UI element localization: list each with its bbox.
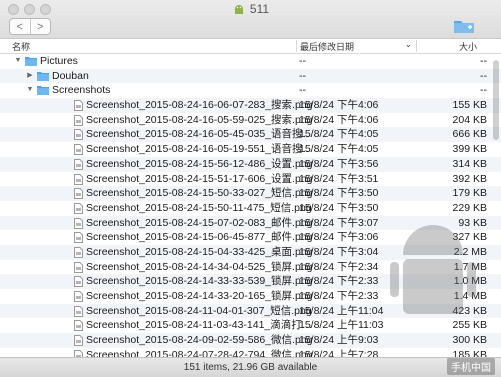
watermark-logo: 手机中国 bbox=[447, 358, 495, 375]
file-row[interactable]: Screenshot_2015-08-24-16-05-19-551_语音搜… 1… bbox=[0, 142, 501, 157]
android-icon bbox=[234, 5, 243, 14]
item-name: Screenshot_2015-08-24-16-06-07-283_搜索.pn… bbox=[86, 99, 313, 112]
item-name: Screenshot_2015-08-24-11-03-43-141_滴滴打… bbox=[86, 319, 313, 332]
item-date: 15/8/24 上午11:03 bbox=[299, 319, 384, 332]
item-date: 15/8/24 下午3:56 bbox=[299, 157, 379, 170]
item-name: Pictures bbox=[40, 55, 78, 67]
window-titlebar: 511 < > bbox=[0, 0, 501, 39]
folder-row[interactable]: ▼ Pictures -- -- bbox=[0, 54, 501, 69]
item-name: Screenshot_2015-08-24-15-06-45-877_邮件.pn… bbox=[86, 231, 313, 244]
item-size: -- bbox=[480, 69, 487, 82]
disclosure-closed-icon[interactable]: ▶ bbox=[26, 69, 34, 84]
item-name: Screenshot_2015-08-24-16-05-45-035_语音搜… bbox=[86, 128, 314, 141]
item-name: Screenshot_2015-08-24-14-34-04-525_锁屏.pn… bbox=[86, 260, 313, 273]
item-size: 399 KB bbox=[452, 143, 487, 156]
item-date: 15/8/24 下午3:51 bbox=[299, 172, 379, 185]
forward-button[interactable]: > bbox=[29, 19, 51, 34]
item-date: 15/8/24 下午2:33 bbox=[299, 290, 379, 302]
column-size[interactable]: 大小 bbox=[459, 40, 477, 53]
window-title: 511 bbox=[0, 2, 501, 16]
item-name: Screenshots bbox=[52, 84, 111, 97]
item-date: 15/8/24 下午4:05 bbox=[299, 128, 379, 141]
item-name: Douban bbox=[52, 69, 89, 82]
item-name: Screenshot_2015-08-24-15-51-17-606_设置.pn… bbox=[86, 172, 313, 185]
item-name: Screenshot_2015-08-24-16-05-19-551_语音搜… bbox=[86, 143, 314, 156]
new-folder-icon[interactable] bbox=[453, 18, 475, 34]
item-name: Screenshot_2015-08-24-15-50-33-027_短信.pn… bbox=[86, 187, 313, 200]
item-date: 15/8/24 下午4:05 bbox=[299, 143, 379, 156]
column-divider[interactable] bbox=[296, 40, 297, 52]
column-header: 名称 最后修改日期 ⌄ 大小 bbox=[0, 39, 501, 54]
item-date: 15/8/24 下午2:34 bbox=[299, 260, 379, 273]
item-size: 204 KB bbox=[452, 113, 487, 126]
item-date: 15/8/24 下午3:50 bbox=[299, 187, 379, 200]
folder-row[interactable]: ▶ Douban -- -- bbox=[0, 68, 501, 84]
item-date: 15/8/24 下午3:50 bbox=[299, 201, 379, 214]
item-size: 155 KB bbox=[452, 99, 487, 112]
item-name: Screenshot_2015-08-24-09-02-59-586_微信.pn… bbox=[86, 334, 313, 347]
item-date: 15/8/24 下午4:06 bbox=[299, 113, 379, 126]
column-divider[interactable] bbox=[416, 40, 417, 52]
item-name: Screenshot_2015-08-24-14-33-20-165_锁屏.pn… bbox=[86, 290, 313, 302]
status-text: 151 items, 21.96 GB available bbox=[183, 362, 318, 373]
item-size: 392 KB bbox=[452, 172, 487, 185]
item-name: Screenshot_2015-08-24-16-05-59-025_搜索.pn… bbox=[86, 113, 313, 126]
item-date: 15/8/24 下午3:04 bbox=[299, 245, 379, 258]
item-size: 666 KB bbox=[452, 128, 487, 141]
file-row[interactable]: Screenshot_2015-08-24-16-06-07-283_搜索.pn… bbox=[0, 98, 501, 113]
file-row[interactable]: Screenshot_2015-08-24-15-51-17-606_设置.pn… bbox=[0, 172, 501, 187]
item-date: -- bbox=[299, 69, 306, 82]
disclosure-open-icon[interactable]: ▼ bbox=[14, 54, 22, 69]
item-name: Screenshot_2015-08-24-14-33-33-539_锁屏.pn… bbox=[86, 275, 313, 288]
item-name: Screenshot_2015-08-24-15-07-02-083_邮件.pn… bbox=[86, 216, 313, 229]
item-name: Screenshot_2015-08-24-15-04-33-425_桌面.pn… bbox=[86, 245, 313, 258]
item-size: 179 KB bbox=[452, 187, 487, 200]
item-size: -- bbox=[480, 84, 487, 97]
item-size: 314 KB bbox=[452, 157, 487, 170]
scrollbar[interactable] bbox=[493, 60, 499, 140]
item-date: 15/8/24 下午4:06 bbox=[299, 99, 379, 112]
file-row[interactable]: Screenshot_2015-08-24-16-05-45-035_语音搜… 1… bbox=[0, 127, 501, 143]
sort-chevron-icon[interactable]: ⌄ bbox=[405, 40, 412, 49]
item-date: 15/8/24 下午3:06 bbox=[299, 231, 379, 244]
column-date[interactable]: 最后修改日期 bbox=[300, 40, 354, 53]
item-name: Screenshot_2015-08-24-15-50-11-475_短信.pn… bbox=[86, 201, 312, 214]
item-name: Screenshot_2015-08-24-11-04-01-307_短信.pn… bbox=[86, 304, 312, 317]
item-date: 15/8/24 上午9:03 bbox=[299, 334, 379, 347]
navigation-buttons: < > bbox=[9, 18, 51, 35]
back-button[interactable]: < bbox=[10, 19, 30, 34]
item-date: 15/8/24 下午3:07 bbox=[299, 216, 379, 229]
chevron-right-icon: > bbox=[37, 20, 44, 33]
item-date: 15/8/24 上午11:04 bbox=[299, 304, 384, 317]
window-title-text: 511 bbox=[249, 2, 270, 16]
disclosure-open-icon[interactable]: ▼ bbox=[26, 83, 34, 98]
item-date: 15/8/24 下午2:33 bbox=[299, 275, 379, 288]
folder-row[interactable]: ▼ Screenshots -- -- bbox=[0, 83, 501, 98]
item-date: -- bbox=[299, 55, 306, 67]
file-row[interactable]: Screenshot_2015-08-24-16-05-59-025_搜索.pn… bbox=[0, 113, 501, 128]
chevron-left-icon: < bbox=[16, 20, 23, 33]
status-bar: 151 items, 21.96 GB available bbox=[0, 357, 501, 377]
file-row[interactable]: Screenshot_2015-08-24-15-56-12-486_设置.pn… bbox=[0, 156, 501, 172]
item-date: -- bbox=[299, 84, 306, 97]
item-name: Screenshot_2015-08-24-15-56-12-486_设置.pn… bbox=[86, 157, 313, 170]
item-size: 300 KB bbox=[452, 334, 487, 347]
column-name[interactable]: 名称 bbox=[12, 40, 30, 53]
android-robot-watermark bbox=[390, 225, 476, 314]
file-row[interactable]: Screenshot_2015-08-24-09-02-59-586_微信.pn… bbox=[0, 333, 501, 348]
item-size: -- bbox=[480, 55, 487, 67]
file-row[interactable]: Screenshot_2015-08-24-15-50-33-027_短信.pn… bbox=[0, 186, 501, 201]
